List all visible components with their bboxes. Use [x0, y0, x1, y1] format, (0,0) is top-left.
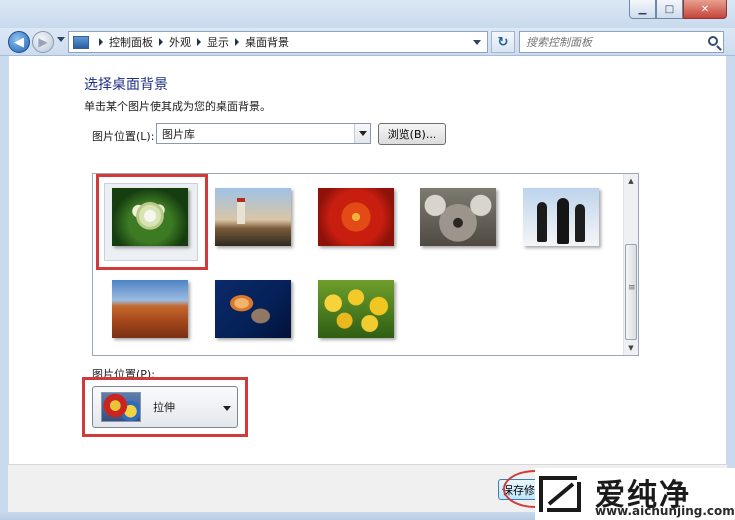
- browse-button[interactable]: 浏览(B)...: [378, 123, 446, 145]
- minimize-button[interactable]: ▁: [629, 0, 656, 19]
- wallpaper-thumbnail-jellyfish[interactable]: [215, 280, 291, 338]
- window-controls: ▁ □ ✕: [629, 0, 727, 20]
- page-subtitle: 单击某个图片使其成为您的桌面背景。: [84, 100, 271, 113]
- gallery-scrollbar[interactable]: ▲ ▼: [623, 174, 638, 355]
- search-icon[interactable]: [708, 36, 718, 46]
- breadcrumb-display[interactable]: 显示: [207, 34, 229, 50]
- penguin-shape: [575, 204, 585, 242]
- chevron-down-icon[interactable]: [354, 124, 370, 143]
- search-input[interactable]: [526, 35, 701, 49]
- watermark: 爱纯净 www.aichunjing.com: [535, 468, 735, 520]
- wallpaper-thumbnail-tulips[interactable]: [318, 280, 394, 338]
- address-dropdown-icon[interactable]: [473, 40, 481, 45]
- refresh-button[interactable]: ↻: [491, 31, 515, 53]
- wallpaper-thumbnail-desert[interactable]: [112, 280, 188, 338]
- picture-location-select[interactable]: 图片库: [156, 123, 371, 144]
- watermark-url: www.aichunjing.com: [595, 504, 735, 518]
- search-box[interactable]: [519, 31, 724, 53]
- control-panel-icon: [73, 35, 89, 49]
- chevron-right-icon[interactable]: [159, 38, 163, 46]
- scroll-down-icon[interactable]: ▼: [624, 341, 638, 355]
- close-button[interactable]: ✕: [683, 0, 727, 19]
- scroll-up-icon[interactable]: ▲: [624, 174, 638, 188]
- maximize-button[interactable]: □: [656, 0, 683, 19]
- highlight-picture-position: [82, 377, 248, 437]
- wallpaper-thumbnail-koala[interactable]: [420, 188, 496, 246]
- breadcrumb-appearance[interactable]: 外观: [169, 34, 191, 50]
- highlight-selected-thumbnail: [96, 174, 208, 270]
- chevron-right-icon[interactable]: [197, 38, 201, 46]
- page-title: 选择桌面背景: [84, 77, 168, 93]
- navigation-bar: ◀ ▶ 控制面板 外观 显示 桌面背景 ↻: [0, 28, 735, 56]
- refresh-icon: ↻: [497, 34, 509, 50]
- arrow-right-icon: ▶: [38, 35, 48, 49]
- wallpaper-thumbnail-penguins[interactable]: [523, 188, 599, 246]
- window-border-right: [727, 56, 735, 512]
- title-bar: ▁ □ ✕: [0, 0, 735, 28]
- address-bar[interactable]: 控制面板 外观 显示 桌面背景: [68, 31, 488, 53]
- penguin-shape: [557, 198, 569, 244]
- window-border-left: [0, 56, 8, 512]
- recent-pages-dropdown[interactable]: [57, 37, 65, 42]
- watermark-logo-icon: [539, 476, 581, 512]
- picture-location-label: 图片位置(L):: [92, 130, 155, 143]
- lighthouse-shape: [237, 198, 245, 224]
- arrow-left-icon: ◀: [14, 34, 24, 50]
- penguin-shape: [537, 202, 547, 242]
- forward-button[interactable]: ▶: [32, 31, 54, 53]
- back-button[interactable]: ◀: [8, 31, 30, 53]
- chevron-right-icon[interactable]: [235, 38, 239, 46]
- chevron-right-icon[interactable]: [99, 38, 103, 46]
- wallpaper-thumbnail-lighthouse[interactable]: [215, 188, 291, 246]
- wallpaper-thumbnail-chrysanthemum[interactable]: [318, 188, 394, 246]
- breadcrumb-desktop-background[interactable]: 桌面背景: [245, 34, 289, 50]
- scrollbar-thumb[interactable]: [625, 244, 637, 340]
- picture-location-value: 图片库: [162, 127, 195, 141]
- breadcrumb-control-panel[interactable]: 控制面板: [109, 34, 153, 50]
